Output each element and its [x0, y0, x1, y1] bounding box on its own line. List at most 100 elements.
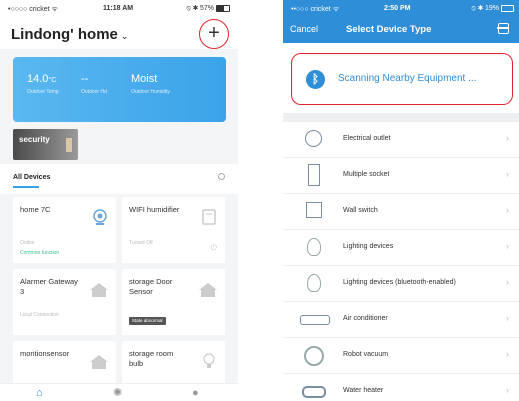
device-type-label: Robot vacuum: [343, 351, 389, 358]
chevron-right-icon: ›: [506, 241, 509, 251]
scan-status: Scanning Nearby Equipment ...: [338, 73, 477, 84]
clock: 2:50 PM: [384, 5, 411, 12]
home-header: Lindong' home ⌄ +: [0, 17, 238, 49]
device-type-label: Wall switch: [343, 207, 378, 214]
home-tab-icon[interactable]: ⌂: [36, 386, 43, 400]
cancel-button[interactable]: Cancel: [290, 24, 318, 34]
outlet-icon: [305, 130, 322, 147]
clock: 11:18 AM: [103, 5, 134, 12]
water-heater-icon: [302, 386, 326, 398]
battery-icon: [501, 5, 514, 12]
device-type-row[interactable]: Water heater ›: [283, 374, 519, 401]
scene-tab-icon[interactable]: ✺: [113, 386, 122, 400]
device-type-row[interactable]: Air conditioner ›: [283, 302, 519, 338]
quality-block: Moist Outdoor Humidity: [131, 73, 170, 95]
status-bar: •○○○○ cricket ᯤ 11:18 AM ⦸ ✱ 57%: [0, 0, 238, 17]
device-name: Alarmer Gateway 3: [20, 277, 78, 296]
device-card[interactable]: storage Door Sensor State abnormal: [122, 269, 225, 335]
humidity-label: Outdoor Hd: [81, 89, 107, 95]
device-card[interactable]: home 7C Online Common function: [13, 197, 116, 263]
device-type-label: Lighting devices (bluetooth-enabled): [343, 279, 456, 286]
tab-bar: ⌂ ✺ ●: [0, 383, 238, 401]
tab-underline: [13, 186, 39, 188]
robot-vacuum-icon: [304, 346, 324, 366]
divider: [283, 113, 519, 122]
weather-card[interactable]: 14.0°C Outdoor Temp -- Outdoor Hd Moist …: [13, 57, 226, 122]
device-type-label: Electrical outlet: [343, 135, 391, 142]
device-status: Local Connection: [20, 312, 59, 318]
bulb-icon: [307, 238, 321, 256]
chevron-down-icon: ⌄: [120, 31, 129, 41]
device-type-label: Water heater: [343, 387, 384, 394]
select-device-screen: ••○○○ cricket ᯤ 2:50 PM ⦸ ✱ 19% Cancel S…: [283, 0, 519, 401]
add-device-button[interactable]: +: [199, 19, 229, 49]
power-icon[interactable]: ⏻: [211, 243, 217, 253]
devices-section-header: All Devices: [0, 164, 238, 194]
scan-nearby-banner[interactable]: ᛒ Scanning Nearby Equipment ...: [291, 53, 513, 105]
humidifier-icon: [202, 209, 216, 225]
device-name: WIFI humidifier: [129, 205, 180, 214]
carrier-label: ••○○○ cricket ᯤ: [291, 6, 340, 13]
chevron-right-icon: ›: [506, 385, 509, 395]
common-function-link[interactable]: Common function: [20, 250, 59, 256]
device-card[interactable]: Alarmer Gateway 3 Local Connection: [13, 269, 116, 335]
device-name: home 7C: [20, 205, 51, 214]
temp-value: 14.0: [27, 73, 49, 85]
quality-value: Moist: [131, 73, 158, 85]
device-card[interactable]: WIFI humidifier Turned Off ⏻: [122, 197, 225, 263]
device-name: storage Door Sensor: [129, 277, 173, 296]
profile-tab-icon[interactable]: ●: [192, 386, 199, 400]
device-name: montionsensor: [20, 349, 70, 358]
device-type-row[interactable]: Wall switch ›: [283, 194, 519, 230]
settings-icon[interactable]: [218, 173, 225, 180]
device-status: Online: [20, 240, 35, 246]
battery-label: ⦸ ✱ 57%: [186, 5, 214, 12]
home-screen: •○○○○ cricket ᯤ 11:18 AM ⦸ ✱ 57% Lindong…: [0, 0, 238, 401]
qr-scan-icon[interactable]: [497, 23, 509, 34]
carrier-label: •○○○○ cricket ᯤ: [8, 6, 58, 13]
door-icon: [66, 138, 72, 152]
humidity-value: --: [81, 73, 89, 85]
device-type-row[interactable]: Lighting devices ›: [283, 230, 519, 266]
air-conditioner-icon: [300, 315, 330, 325]
status-badge: State abnormal: [129, 317, 166, 325]
multi-socket-icon: [308, 164, 320, 186]
chevron-right-icon: ›: [506, 349, 509, 359]
chevron-right-icon: ›: [506, 313, 509, 323]
temp-label: Outdoor Temp: [27, 89, 59, 95]
temp-unit: °C: [48, 77, 57, 84]
chevron-right-icon: ›: [506, 205, 509, 215]
battery-icon: [216, 5, 230, 12]
chevron-right-icon: ›: [506, 133, 509, 143]
wall-switch-icon: [306, 202, 322, 218]
bluetooth-icon: ᛒ: [306, 70, 325, 89]
security-scene[interactable]: security: [13, 129, 78, 160]
device-type-row[interactable]: Electrical outlet ›: [283, 122, 519, 158]
bulb-icon: [307, 274, 321, 292]
status-bar: ••○○○ cricket ᯤ 2:50 PM ⦸ ✱ 19%: [283, 0, 519, 17]
home-title: Lindong' home: [11, 26, 118, 43]
humidity-block: -- Outdoor Hd: [81, 73, 107, 95]
device-status: Turned Off: [129, 240, 153, 246]
motion-sensor-icon: [90, 355, 108, 369]
sensor-icon: [199, 283, 217, 297]
quality-label: Outdoor Humidity: [131, 89, 170, 95]
nav-bar: Cancel Select Device Type: [283, 17, 519, 43]
chevron-right-icon: ›: [506, 169, 509, 179]
page-title: Select Device Type: [346, 24, 432, 35]
battery-label: ⦸ ✱ 19%: [471, 5, 499, 12]
security-label: security: [19, 135, 50, 144]
device-name: storage room bulb: [129, 349, 174, 368]
chevron-right-icon: ›: [506, 277, 509, 287]
gateway-icon: [90, 283, 108, 297]
device-type-row[interactable]: Multiple socket ›: [283, 158, 519, 194]
temp-block: 14.0°C Outdoor Temp: [27, 73, 59, 95]
device-type-label: Air conditioner: [343, 315, 388, 322]
device-type-label: Multiple socket: [343, 171, 390, 178]
tab-all-devices[interactable]: All Devices: [13, 174, 50, 181]
home-selector[interactable]: Lindong' home ⌄: [11, 26, 128, 43]
camera-icon: [93, 209, 107, 225]
device-type-row[interactable]: Lighting devices (bluetooth-enabled) ›: [283, 266, 519, 302]
device-type-label: Lighting devices: [343, 243, 394, 250]
device-type-row[interactable]: Robot vacuum ›: [283, 338, 519, 374]
